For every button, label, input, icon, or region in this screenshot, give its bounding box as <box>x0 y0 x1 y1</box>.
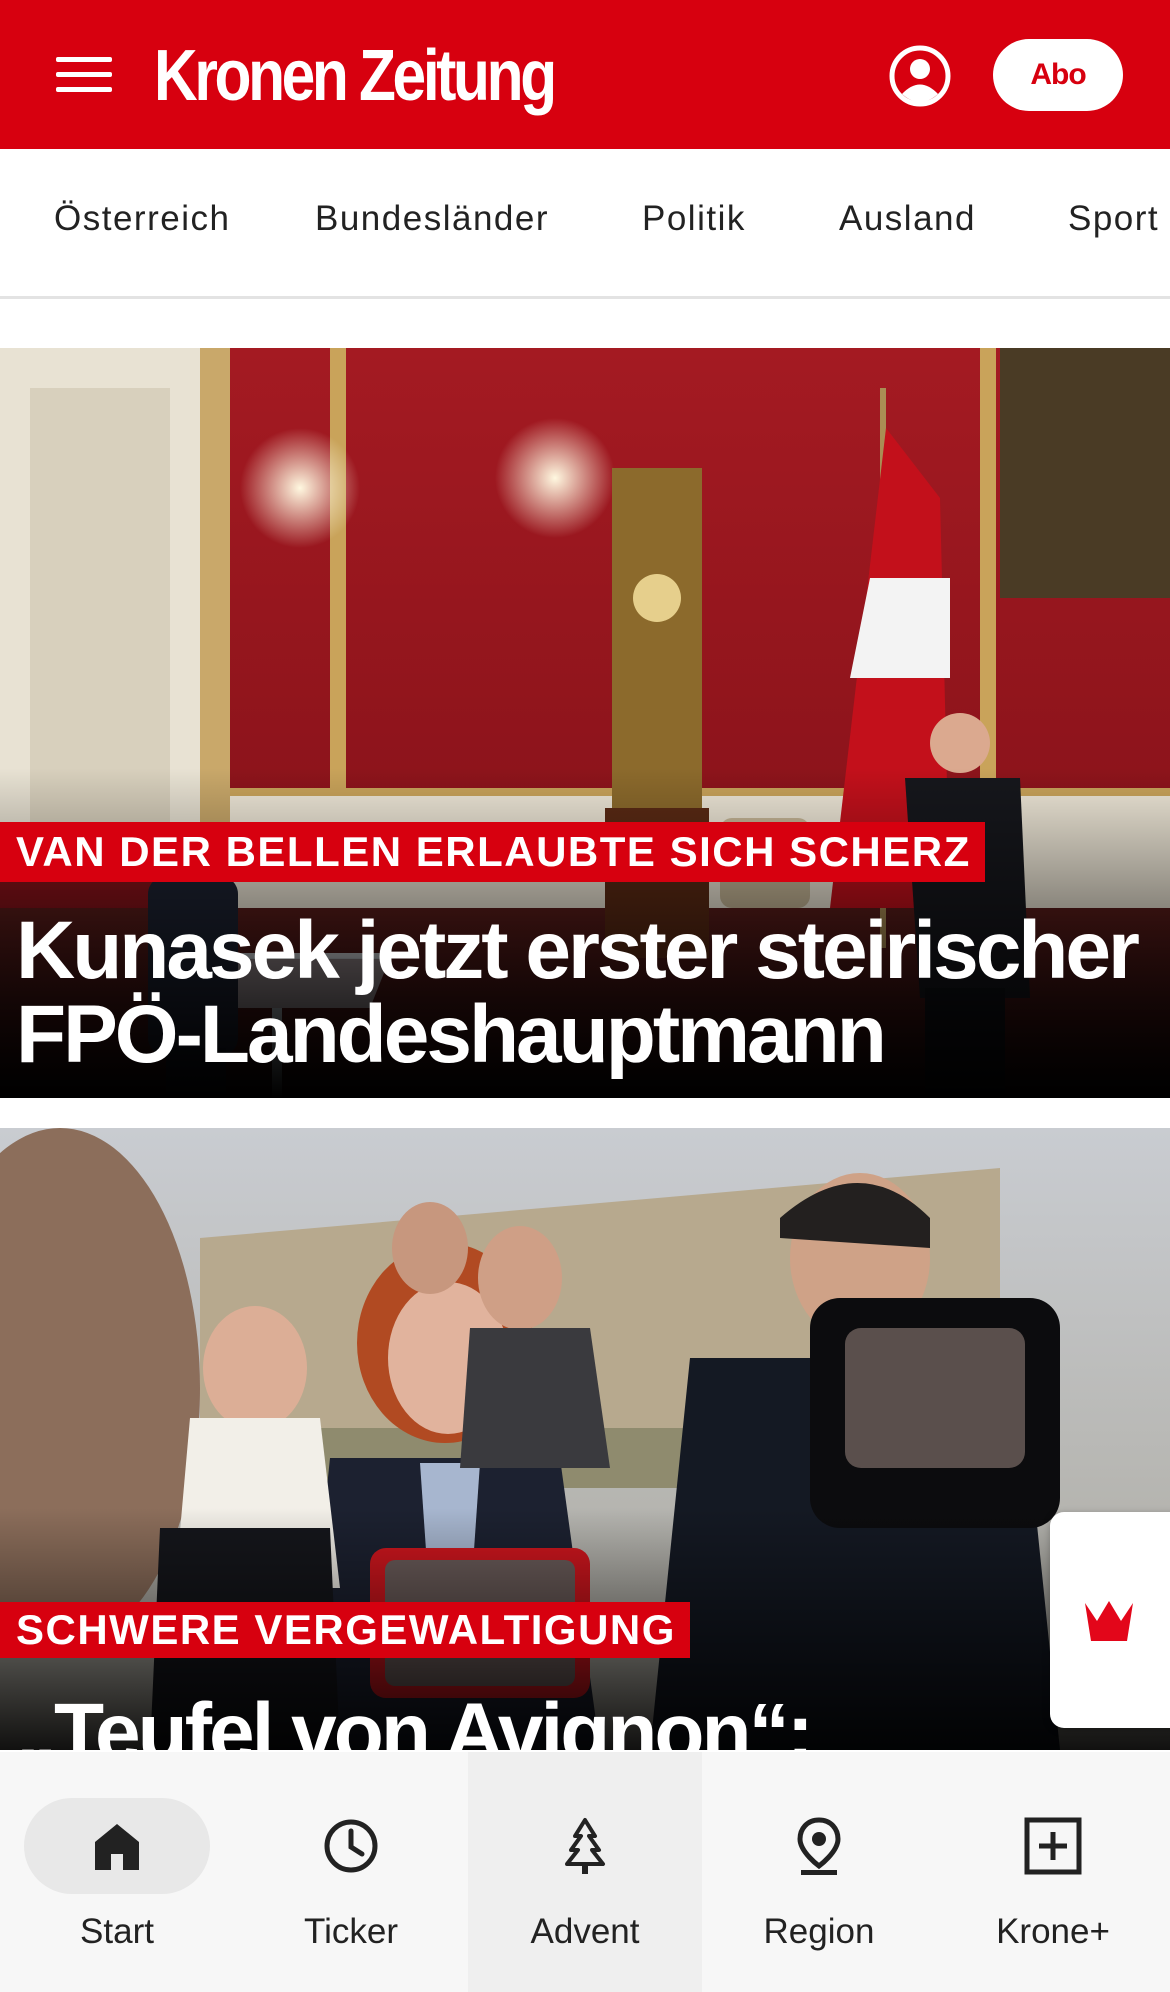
bottom-nav-ticker[interactable]: Ticker <box>234 1752 468 1992</box>
tree-icon <box>565 1818 605 1874</box>
location-pin-icon <box>797 1817 841 1875</box>
site-logo[interactable]: Kronen Zeitung <box>154 36 557 116</box>
nav-item-bundeslaender[interactable]: Bundesländer <box>315 199 549 239</box>
bottom-nav-label: Advent <box>530 1912 640 1951</box>
category-nav: Österreich Bundesländer Politik Ausland … <box>0 149 1170 299</box>
home-icon <box>95 1824 139 1870</box>
abo-button[interactable]: Abo <box>993 39 1123 111</box>
user-account-icon[interactable] <box>889 45 951 107</box>
nav-item-politik[interactable]: Politik <box>642 199 746 239</box>
plus-box-icon <box>1024 1817 1082 1875</box>
story-headline-line2[interactable]: FPÖ-Landeshauptmann <box>16 992 887 1078</box>
bottom-nav-label: Ticker <box>304 1912 398 1951</box>
nav-item-sport[interactable]: Sport <box>1068 199 1159 239</box>
bottom-nav-label: Region <box>763 1912 875 1951</box>
story-card[interactable]: VAN DER BELLEN ERLAUBTE SICH SCHERZ Kuna… <box>0 348 1170 1098</box>
bottom-nav-advent[interactable]: Advent <box>468 1752 702 1992</box>
nav-item-oesterreich[interactable]: Österreich <box>54 199 230 239</box>
bottom-nav-kroneplus[interactable]: Krone+ <box>936 1752 1170 1992</box>
story-kicker: SCHWERE VERGEWALTIGUNG <box>0 1602 690 1658</box>
clock-icon <box>324 1819 378 1873</box>
bottom-navigation: Start Ticker Advent Region Krone+ <box>0 1752 1170 1992</box>
nav-item-ausland[interactable]: Ausland <box>839 199 976 239</box>
story-kicker: VAN DER BELLEN ERLAUBTE SICH SCHERZ <box>0 822 985 882</box>
app-header: Kronen Zeitung Abo <box>0 0 1170 149</box>
krone-widget-button[interactable] <box>1050 1512 1170 1728</box>
bottom-nav-label: Krone+ <box>996 1912 1110 1951</box>
bottom-nav-start[interactable]: Start <box>0 1752 234 1992</box>
bottom-nav-region[interactable]: Region <box>702 1752 936 1992</box>
story-headline-line1[interactable]: „Teufel von Avignon“: <box>16 1690 814 1751</box>
krone-crown-icon <box>1085 1601 1133 1641</box>
story-headline-line1[interactable]: Kunasek jetzt erster steirischer <box>16 908 1140 994</box>
bottom-nav-label: Start <box>80 1912 154 1951</box>
hamburger-menu-icon[interactable] <box>56 54 112 94</box>
story-card[interactable]: SCHWERE VERGEWALTIGUNG „Teufel von Avign… <box>0 1128 1170 1750</box>
